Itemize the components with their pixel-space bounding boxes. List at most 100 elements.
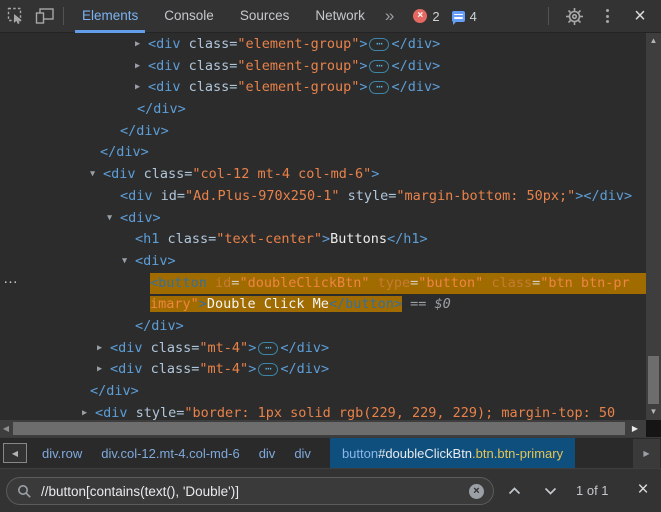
dom-tree-row[interactable]: ▼ <div>	[0, 251, 646, 273]
tab-sources[interactable]: Sources	[233, 0, 297, 33]
dom-tree-row[interactable]: ▶ <div class="element-group"> ⋯ </div>	[0, 34, 646, 56]
inline-expand-button[interactable]: ⋯	[369, 59, 390, 73]
breadcrumb-item[interactable]: div	[259, 446, 276, 461]
breadcrumb: div.row div.col-12.mt-4.col-md-6 div div but…	[42, 438, 576, 468]
inspect-cursor-icon	[7, 7, 22, 24]
dom-tree-row[interactable]: </div>	[0, 121, 646, 143]
collapse-arrow-icon[interactable]: ▼	[107, 208, 112, 230]
inline-expand-button[interactable]: ⋯	[369, 81, 390, 95]
dom-tree-row[interactable]: ▶ <div class="element-group"> ⋯ </div>	[0, 56, 646, 78]
chevron-down-icon	[544, 487, 556, 495]
dom-tree: ▶ <div class="element-group"> ⋯ </div> ▶ <div…	[0, 33, 646, 420]
code-token: </h1>	[387, 231, 428, 248]
dom-tree-row[interactable]: </div>	[0, 381, 646, 403]
clear-search-button[interactable]: ×	[469, 483, 484, 499]
tab-console[interactable]: Console	[157, 0, 221, 33]
search-input[interactable]: //button[contains(text(), 'Double')] ×	[6, 477, 494, 505]
devtools-window: Elements Console Sources Network » × 2 4	[0, 0, 661, 512]
code-token: id	[215, 274, 232, 291]
panel-tabs: Elements Console Sources Network	[69, 0, 378, 33]
expand-arrow-icon[interactable]: ▶	[97, 359, 102, 381]
code-token: "mt-4"	[199, 339, 249, 356]
breadcrumb-scroll-right-button[interactable]: ▶	[633, 439, 660, 468]
collapse-arrow-icon[interactable]: ▼	[122, 251, 127, 273]
dom-tree-row[interactable]: </div>	[0, 316, 646, 338]
code-token: </div>	[391, 79, 441, 96]
code-token: </div>	[280, 361, 330, 378]
scroll-right-arrow[interactable]: ▶	[629, 420, 641, 437]
code-token: class	[188, 79, 230, 96]
tab-elements[interactable]: Elements	[75, 0, 146, 33]
expand-arrow-icon[interactable]: ▶	[82, 403, 87, 420]
code-token: </div>	[135, 317, 184, 334]
close-search-button[interactable]: ×	[632, 469, 654, 512]
tab-network[interactable]: Network	[308, 0, 372, 33]
more-tabs-button[interactable]: »	[385, 1, 394, 31]
dom-tree-row[interactable]: ▶ <div class="element-group"> ⋯ </div>	[0, 77, 646, 99]
code-token: >	[359, 79, 368, 96]
breadcrumb-text: div	[258, 445, 276, 461]
breadcrumb-scroll-left-button[interactable]: ◀	[3, 443, 27, 463]
dom-tree-row[interactable]: <div id="Ad.Plus-970x250-1" style="margi…	[0, 186, 646, 208]
device-toolbar-button[interactable]	[32, 3, 58, 29]
inline-expand-button[interactable]: ⋯	[258, 363, 279, 377]
settings-button[interactable]	[561, 3, 587, 29]
dom-tree-row[interactable]: imary">Double Click Me</button> == $0	[0, 294, 646, 316]
expand-arrow-icon[interactable]: ▶	[97, 338, 102, 360]
code-token: "col-12 mt-4 col-md-6"	[192, 166, 372, 183]
toolbar-divider	[63, 7, 64, 25]
dom-tree-row[interactable]: ▶ <div style="border: 1px solid rgb(229, …	[0, 403, 646, 420]
collapse-arrow-icon[interactable]: ▼	[90, 164, 95, 186]
dom-tree-row[interactable]: <h1 class="text-center">Buttons</h1>	[0, 229, 646, 251]
code-token: "button"	[418, 274, 484, 291]
dom-tree-row[interactable]: … <button id="doubleClickBtn" type="butto…	[0, 270, 646, 295]
vertical-scrollbar[interactable]: ▲ ▼	[646, 33, 661, 420]
code-token: class	[491, 274, 533, 291]
horizontal-scrollbar-thumb[interactable]	[13, 422, 625, 435]
scroll-left-arrow[interactable]: ◀	[0, 420, 12, 437]
search-icon	[18, 484, 31, 498]
code-token: <div	[120, 187, 161, 204]
inline-expand-button[interactable]: ⋯	[258, 341, 279, 355]
code-token: class	[188, 57, 230, 74]
code-token: <h1	[135, 231, 168, 248]
breadcrumb-item[interactable]: div.col-12.mt-4.col-md-6	[101, 446, 239, 461]
dom-tree-row[interactable]: </div>	[0, 142, 646, 164]
previous-match-button[interactable]	[504, 481, 524, 501]
code-token: </div>	[137, 101, 186, 118]
more-options-button[interactable]	[594, 3, 620, 29]
horizontal-scrollbar[interactable]: ◀ ▶	[0, 420, 646, 437]
breadcrumb-item-selected[interactable]: button #doubleClickBtn .btn.btn-primary	[329, 438, 576, 468]
code-token: <div	[95, 404, 136, 420]
breadcrumb-item[interactable]: div	[294, 446, 311, 461]
console-errors-badge[interactable]: × 2	[413, 9, 440, 24]
code-token: =	[532, 274, 541, 291]
close-devtools-button[interactable]: ×	[627, 3, 653, 29]
chevron-left-icon: ◀	[11, 448, 19, 458]
code-token: $0	[434, 296, 451, 313]
dom-tree-row[interactable]: </div>	[0, 99, 646, 121]
issues-badge[interactable]: 4	[451, 9, 477, 25]
expand-arrow-icon[interactable]: ▶	[135, 77, 140, 99]
next-match-button[interactable]	[540, 481, 560, 501]
code-token: class	[150, 361, 192, 378]
expand-arrow-icon[interactable]: ▶	[135, 34, 140, 56]
expand-arrow-icon[interactable]: ▶	[135, 56, 140, 78]
code-token: <div	[148, 36, 189, 52]
code-token: "text-center"	[216, 231, 322, 248]
breadcrumb-text: button	[341, 445, 379, 461]
dom-tree-row[interactable]: ▼ <div>	[0, 208, 646, 230]
row-actions-ellipsis[interactable]: …	[3, 268, 19, 290]
close-icon: ×	[634, 5, 646, 27]
breadcrumb-item[interactable]: div.row	[42, 446, 82, 461]
dom-tree-row[interactable]: ▶ <div class="mt-4"> ⋯ </div>	[0, 338, 646, 360]
breadcrumb-text: #doubleClickBtn	[378, 445, 473, 461]
inline-expand-button[interactable]: ⋯	[369, 38, 390, 51]
inspect-element-button[interactable]	[3, 3, 29, 29]
scroll-down-arrow[interactable]: ▼	[646, 406, 661, 418]
vertical-scrollbar-thumb[interactable]	[648, 356, 659, 404]
dom-tree-row[interactable]: ▶ <div class="mt-4"> ⋯ </div>	[0, 359, 646, 381]
scroll-up-arrow[interactable]: ▲	[646, 35, 661, 47]
code-token: >	[248, 339, 257, 356]
dom-tree-row[interactable]: ▼ <div class="col-12 mt-4 col-md-6">	[0, 164, 646, 186]
